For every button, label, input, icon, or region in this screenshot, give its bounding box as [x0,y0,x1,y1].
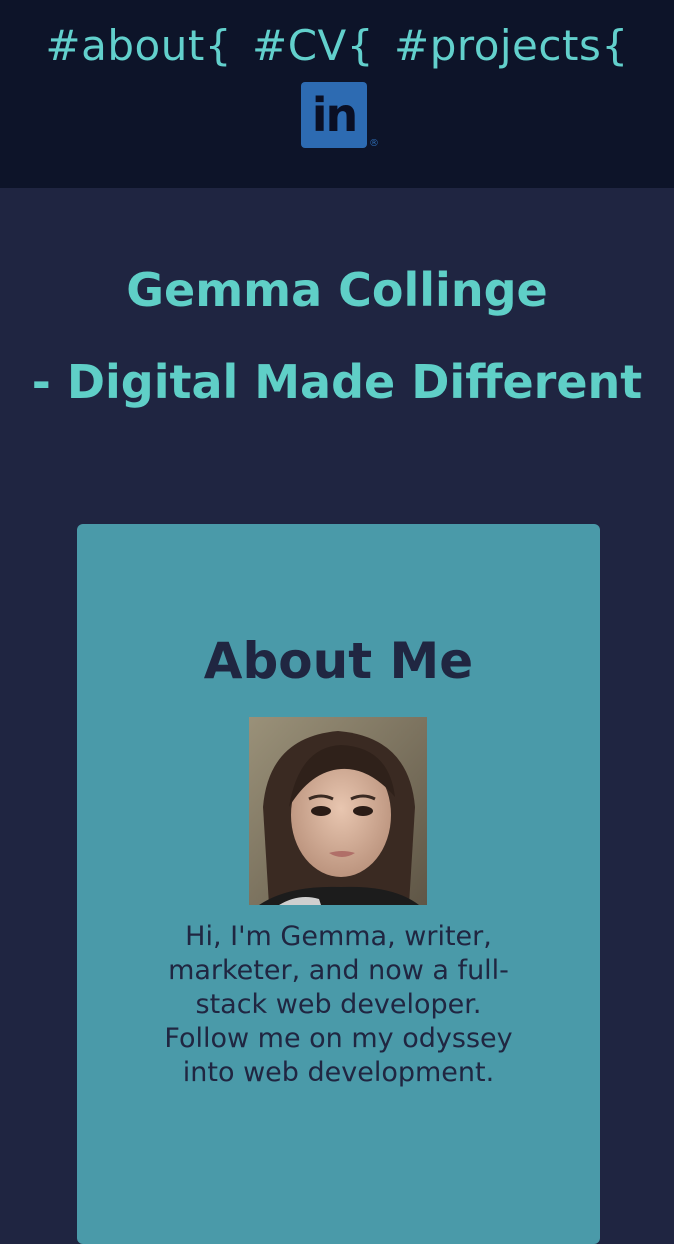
profile-photo [249,717,427,905]
nav-menu: #about{ #CV{ #projects{ [0,18,674,74]
about-bio-line1: Hi, I'm Gemma, writer, marketer, and now… [168,921,509,1020]
nav-link-projects[interactable]: #projects{ [394,21,629,70]
nav-link-about[interactable]: #about{ [45,21,232,70]
about-bio: Hi, I'm Gemma, writer, marketer, and now… [157,920,520,1090]
page-title-line2: - Digital Made Different [31,355,643,409]
registered-mark: ® [369,138,379,149]
linkedin-logo-text: in [311,88,359,142]
about-bio-line2: Follow me on my odyssey into web develop… [164,1023,513,1088]
linkedin-icon[interactable]: in [301,82,367,148]
page-title-line1: Gemma Collinge [126,263,548,317]
about-card: About Me Hi, I'm Gemma, writer, marketer… [77,524,600,1244]
nav-link-cv[interactable]: #CV{ [252,21,374,70]
site-header: #about{ #CV{ #projects{ in ® [0,0,674,188]
about-heading: About Me [203,632,474,690]
page-title: Gemma Collinge - Digital Made Different [0,244,674,428]
